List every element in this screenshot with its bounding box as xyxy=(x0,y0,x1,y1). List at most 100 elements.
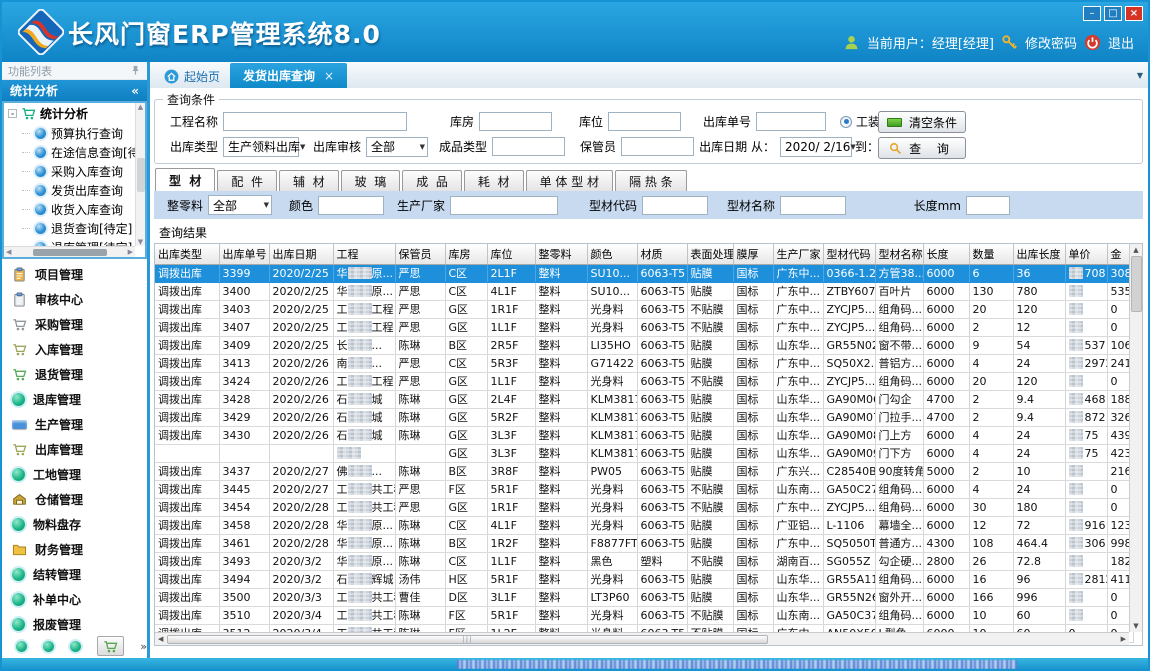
material-tab[interactable]: 单 体 型 材 xyxy=(526,170,613,191)
table-row[interactable]: 调拨出库34302020/2/26石城陈琳G区3L3F整料KLM38176063… xyxy=(155,426,1133,444)
sidebar-item-结转管理[interactable]: 结转管理 xyxy=(2,562,147,587)
tab-close-icon[interactable]: × xyxy=(324,69,334,83)
sidebar-item-审核中心[interactable]: 审核中心 xyxy=(2,287,147,312)
more-menus-icon[interactable]: » xyxy=(140,641,147,652)
column-header[interactable]: 膜厚 xyxy=(733,244,773,264)
table-row[interactable]: 调拨出库34032020/2/25工工程严思G区1R1F整料光身料6063-T5… xyxy=(155,300,1133,318)
tree-root[interactable]: - 统计分析 xyxy=(4,103,145,124)
material-tab[interactable]: 配 件 xyxy=(217,170,277,191)
collapsed-item-icon[interactable] xyxy=(43,641,54,652)
sidebar-section-header[interactable]: 统计分析 « xyxy=(2,80,147,101)
sidebar-item-生产管理[interactable]: 生产管理 xyxy=(2,412,147,437)
collapse-icon[interactable]: « xyxy=(131,84,139,98)
column-header[interactable]: 生产厂家 xyxy=(773,244,823,264)
table-row[interactable]: 调拨出库34932020/3/2华原...陈琳C区1L1F整料黑色塑料不贴膜国标… xyxy=(155,552,1133,570)
column-header[interactable]: 颜色 xyxy=(587,244,637,264)
profile-code-input[interactable] xyxy=(642,196,708,215)
sidebar-item-财务管理[interactable]: 财务管理 xyxy=(2,537,147,562)
tree-item[interactable]: 预算执行查询 xyxy=(4,124,145,143)
table-row[interactable]: 调拨出库34372020/2/27佛...陈琳B区3R8F整料PW056063-… xyxy=(155,462,1133,480)
column-header[interactable]: 出库日期 xyxy=(269,244,333,264)
sidebar-item-退货管理[interactable]: 退货管理 xyxy=(2,362,147,387)
table-vscrollbar[interactable]: ▲▼ xyxy=(1129,244,1142,632)
collapsed-item-icon[interactable] xyxy=(70,641,81,652)
column-header[interactable]: 库房 xyxy=(445,244,487,264)
column-header[interactable]: 库位 xyxy=(487,244,535,264)
material-tab[interactable]: 耗 材 xyxy=(464,170,524,191)
sidebar-item-报废管理[interactable]: 报废管理 xyxy=(2,612,147,634)
table-row[interactable]: 调拨出库35002020/3/3工共工程曹佳D区3L1F整料LT3P606063… xyxy=(155,588,1133,606)
table-row[interactable]: 调拨出库34542020/2/28工共工程严思G区1R1F整料光身料6063-T… xyxy=(155,498,1133,516)
tab-home[interactable]: 起始页 xyxy=(154,64,230,88)
minimize-button[interactable]: – xyxy=(1083,6,1101,21)
column-header[interactable]: 型材代码 xyxy=(823,244,875,264)
table-row[interactable]: G区3L3F整料KLM38176063-T5贴膜国标山东华...GA90M09.… xyxy=(155,444,1133,462)
column-header[interactable]: 表面处理 xyxy=(687,244,733,264)
table-row[interactable]: 调拨出库34282020/2/26石城陈琳G区2L4F整料KLM38176063… xyxy=(155,390,1133,408)
whole-part-select[interactable]: 全部▼ xyxy=(208,195,272,215)
sidebar-item-仓储管理[interactable]: 仓储管理 xyxy=(2,487,147,512)
project-name-input[interactable] xyxy=(223,112,407,131)
pin-icon[interactable] xyxy=(130,65,141,76)
length-input[interactable] xyxy=(966,196,1010,215)
tree-vscrollbar[interactable]: ▲▼ xyxy=(135,103,145,246)
radio-gongzhuang[interactable] xyxy=(840,116,852,128)
tree-hscrollbar[interactable]: ◀▶ xyxy=(4,246,135,257)
maximize-button[interactable]: □ xyxy=(1104,6,1122,21)
table-row[interactable]: 调拨出库34942020/3/2石辉城汤伟H区5R1F整料光身料6063-T5贴… xyxy=(155,570,1133,588)
table-row[interactable]: 调拨出库34092020/2/25长...陈琳B区2R5F整料LI35HO606… xyxy=(155,336,1133,354)
column-header[interactable]: 长度 xyxy=(923,244,969,264)
tab-list-dropdown-icon[interactable]: ▼ xyxy=(1137,71,1143,80)
profile-name-input[interactable] xyxy=(780,196,846,215)
sidebar-item-采购管理[interactable]: 采购管理 xyxy=(2,312,147,337)
column-header[interactable]: 材质 xyxy=(637,244,687,264)
column-header[interactable]: 保管员 xyxy=(395,244,445,264)
tab-shipment-outbound-query[interactable]: 发货出库查询 × xyxy=(230,63,347,88)
outbound-type-select[interactable]: 生产领料出库▼ xyxy=(223,137,299,157)
tree-item[interactable]: 发货出库查询 xyxy=(4,181,145,200)
cart-shortcut-button[interactable] xyxy=(97,636,124,656)
table-hscrollbar[interactable]: ◀|||▶ xyxy=(155,632,1129,645)
date-from-select[interactable]: 2020/ 2/16▼ xyxy=(780,137,852,157)
table-row[interactable]: 调拨出库34612020/2/28华原...陈琳B区1R2F整料F8877FT6… xyxy=(155,534,1133,552)
sidebar-item-工地管理[interactable]: 工地管理 xyxy=(2,462,147,487)
keeper-input[interactable] xyxy=(621,137,694,156)
order-no-input[interactable] xyxy=(756,112,826,131)
warehouse-input[interactable] xyxy=(479,112,552,131)
sidebar-item-退库管理[interactable]: 退库管理 xyxy=(2,387,147,412)
logout-link[interactable]: 退出 xyxy=(1108,33,1134,52)
column-header[interactable]: 整零料 xyxy=(535,244,587,264)
change-password-link[interactable]: 修改密码 xyxy=(1025,33,1077,52)
table-row[interactable]: 调拨出库34242020/2/26工工程严思G区1L1F整料光身料6063-T5… xyxy=(155,372,1133,390)
tree-item[interactable]: 退货查询[待定] xyxy=(4,219,145,238)
tree-item[interactable]: 收货入库查询 xyxy=(4,200,145,219)
material-tab[interactable]: 型 材 xyxy=(155,168,215,191)
audit-select[interactable]: 全部▼ xyxy=(366,137,428,157)
material-tab[interactable]: 辅 材 xyxy=(279,170,339,191)
table-row[interactable]: 调拨出库35102020/3/4工共工程陈琳F区5R1F整料光身料6063-T5… xyxy=(155,606,1133,624)
search-button[interactable]: 查 询 xyxy=(878,137,966,159)
column-header[interactable]: 出库类型 xyxy=(155,244,219,264)
column-header[interactable]: 出库单号 xyxy=(219,244,269,264)
table-row[interactable]: 调拨出库33992020/2/25华原...严思C区2L1F整料SU10...6… xyxy=(155,264,1133,282)
table-row[interactable]: 调拨出库34072020/2/25工工程严思G区1L1F整料光身料6063-T5… xyxy=(155,318,1133,336)
column-header[interactable]: 单价 xyxy=(1065,244,1107,264)
tree-item[interactable]: 在途信息查询[待 xyxy=(4,143,145,162)
vendor-input[interactable] xyxy=(450,196,558,215)
sidebar-item-出库管理[interactable]: 出库管理 xyxy=(2,437,147,462)
clear-conditions-button[interactable]: 清空条件 xyxy=(878,111,966,133)
column-header[interactable]: 数量 xyxy=(969,244,1013,264)
column-header[interactable]: 工程 xyxy=(333,244,395,264)
collapsed-item-icon[interactable] xyxy=(16,641,27,652)
material-tab[interactable]: 隔 热 条 xyxy=(615,170,687,191)
sidebar-item-入库管理[interactable]: 入库管理 xyxy=(2,337,147,362)
sidebar-item-项目管理[interactable]: 项目管理 xyxy=(2,262,147,287)
tree-expander-icon[interactable]: - xyxy=(8,109,17,118)
column-header[interactable]: 出库长度 xyxy=(1013,244,1065,264)
close-button[interactable]: × xyxy=(1125,6,1143,21)
column-header[interactable]: 型材名称 xyxy=(875,244,923,264)
color-input[interactable] xyxy=(318,196,384,215)
table-row[interactable]: 调拨出库34002020/2/25华原...严思C区4L1F整料SU10...6… xyxy=(155,282,1133,300)
table-row[interactable]: 调拨出库34132020/2/26南...严思C区5R3F整料G71422606… xyxy=(155,354,1133,372)
table-row[interactable]: 调拨出库34452020/2/27工共工程严思F区5R1F整料光身料6063-T… xyxy=(155,480,1133,498)
